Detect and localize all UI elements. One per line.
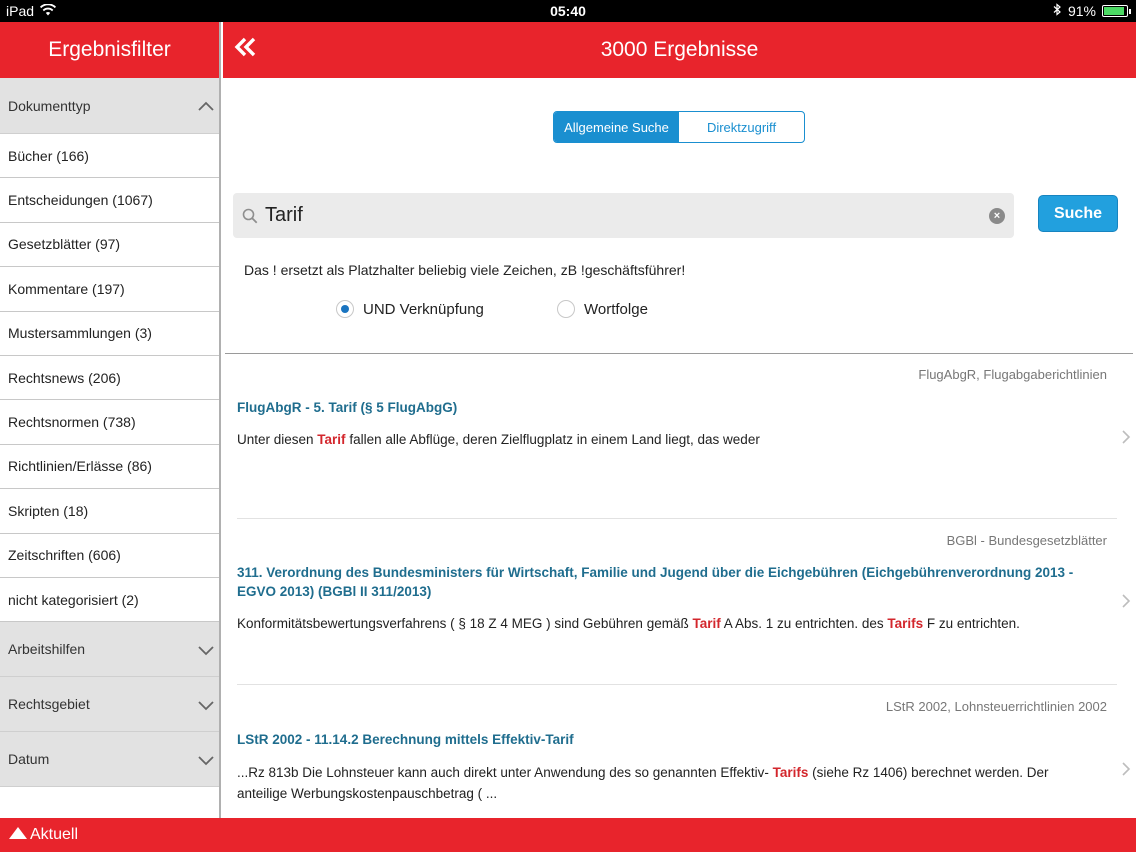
clear-icon[interactable]: ×	[989, 207, 1005, 224]
chevron-right-icon[interactable]	[1121, 429, 1131, 445]
sidebar: Ergebnisfilter Dokumenttyp Bücher (166) …	[0, 22, 221, 818]
filter-item-label: Skripten (18)	[8, 502, 89, 519]
filter-item-kommentare[interactable]: Kommentare (197)	[0, 267, 219, 312]
tab-allgemeine-suche[interactable]: Allgemeine Suche	[554, 112, 679, 142]
filter-item-label: Kommentare (197)	[8, 280, 125, 297]
filter-item-nicht-kategorisiert[interactable]: nicht kategorisiert (2)	[0, 578, 219, 623]
snippet-text: Konformitätsbewertungsverfahrens ( § 18 …	[237, 616, 693, 631]
filter-item-label: Rechtsnormen (738)	[8, 414, 136, 431]
filter-item-gesetzblaetter[interactable]: Gesetzblätter (97)	[0, 223, 219, 268]
search-input[interactable]: Tarif	[265, 204, 989, 227]
snippet-text: ...Rz 813b Die Lohnsteuer kann auch dire…	[237, 765, 773, 780]
snippet-text: Unter diesen	[237, 432, 318, 447]
section-rechtsgebiet[interactable]: Rechtsgebiet	[0, 677, 219, 733]
tab-direktzugriff[interactable]: Direktzugriff	[679, 112, 804, 142]
battery-percent: 91%	[1067, 3, 1096, 19]
result-source: FlugAbgR, Flugabgaberichtlinien	[918, 367, 1107, 382]
filter-item-skripten[interactable]: Skripten (18)	[0, 489, 219, 534]
result-snippet: Konformitätsbewertungsverfahrens ( § 18 …	[237, 613, 1097, 634]
section-label: Rechtsgebiet	[8, 696, 90, 713]
result-title[interactable]: FlugAbgR - 5. Tarif (§ 5 FlugAbgG)	[237, 398, 1097, 417]
highlighted-term: Tarif	[317, 432, 346, 447]
result-source: BGBl - Bundesgesetzblätter	[946, 533, 1107, 548]
result-snippet: ...Rz 813b Die Lohnsteuer kann auch dire…	[237, 762, 1097, 804]
result-title[interactable]: 311. Verordnung des Bundesministers für …	[237, 563, 1097, 601]
sidebar-title: Ergebnisfilter	[0, 22, 219, 78]
search-mode-tabs: Allgemeine Suche Direktzugriff	[553, 111, 805, 143]
chevron-down-icon	[197, 751, 214, 767]
filter-item-rechtsnews[interactable]: Rechtsnews (206)	[0, 356, 219, 401]
filter-item-entscheidungen[interactable]: Entscheidungen (1067)	[0, 178, 219, 223]
filter-item-label: Rechtsnews (206)	[8, 369, 121, 386]
double-chevron-left-icon[interactable]	[233, 34, 259, 65]
section-dokumenttyp[interactable]: Dokumenttyp	[0, 78, 219, 134]
divider	[225, 353, 1133, 354]
option-wortfolge[interactable]: Wortfolge	[557, 300, 648, 318]
filter-item-buecher[interactable]: Bücher (166)	[0, 134, 219, 179]
bottom-bar[interactable]: Aktuell	[0, 818, 1136, 852]
search-hint: Das ! ersetzt als Platzhalter beliebig v…	[244, 262, 686, 278]
status-right: 91%	[1053, 3, 1131, 19]
highlighted-term: Tarifs	[887, 616, 924, 631]
filter-item-label: nicht kategorisiert (2)	[8, 591, 139, 608]
triangle-up-icon	[8, 826, 28, 845]
snippet-text: F zu entrichten.	[923, 616, 1020, 631]
result-separator	[237, 684, 1117, 685]
search-field[interactable]: Tarif ×	[233, 193, 1014, 238]
filter-item-richtlinien[interactable]: Richtlinien/Erlässe (86)	[0, 445, 219, 490]
snippet-text: A Abs. 1 zu entrichten. des	[720, 616, 888, 631]
filter-item-rechtsnormen[interactable]: Rechtsnormen (738)	[0, 400, 219, 445]
main-header: 3000 Ergebnisse	[223, 22, 1136, 78]
filter-item-label: Bücher (166)	[8, 147, 89, 164]
results-count-title: 3000 Ergebnisse	[600, 38, 759, 61]
option-und-verknuepfung[interactable]: UND Verknüpfung	[336, 300, 484, 318]
result-title[interactable]: LStR 2002 - 11.14.2 Berechnung mittels E…	[237, 730, 1097, 749]
result-separator	[237, 518, 1117, 519]
radio-button-selected[interactable]	[336, 300, 354, 318]
filter-item-label: Gesetzblätter (97)	[8, 236, 121, 253]
highlighted-term: Tarif	[692, 616, 721, 631]
chevron-right-icon[interactable]	[1121, 761, 1131, 777]
filter-item-label: Richtlinien/Erlässe (86)	[8, 458, 152, 475]
filter-item-mustersammlungen[interactable]: Mustersammlungen (3)	[0, 312, 219, 356]
result-source: LStR 2002, Lohnsteuerrichtlinien 2002	[885, 699, 1107, 714]
section-datum[interactable]: Datum	[0, 732, 219, 788]
section-label: Datum	[8, 751, 50, 768]
search-icon	[241, 207, 259, 225]
option-label: Wortfolge	[584, 300, 648, 318]
bluetooth-icon	[1053, 3, 1062, 19]
filter-item-label: Zeitschriften (606)	[8, 547, 121, 564]
highlighted-term: Tarifs	[772, 765, 809, 780]
battery-icon	[1102, 5, 1131, 17]
section-label: Dokumenttyp	[8, 97, 91, 114]
main-panel: 3000 Ergebnisse Allgemeine Suche Direktz…	[223, 22, 1136, 818]
option-label: UND Verknüpfung	[363, 300, 484, 318]
search-button[interactable]: Suche	[1038, 195, 1118, 232]
result-snippet: Unter diesen Tarif fallen alle Abflüge, …	[237, 429, 1097, 450]
status-time: 05:40	[550, 3, 586, 19]
chevron-down-icon	[197, 696, 214, 712]
aktuell-label: Aktuell	[30, 826, 79, 843]
snippet-text: fallen alle Abflüge, deren Zielflugplatz…	[345, 432, 760, 447]
chevron-right-icon[interactable]	[1121, 593, 1131, 609]
section-arbeitshilfen[interactable]: Arbeitshilfen	[0, 622, 219, 678]
filter-item-zeitschriften[interactable]: Zeitschriften (606)	[0, 534, 219, 578]
filter-item-label: Entscheidungen (1067)	[8, 192, 153, 209]
radio-button[interactable]	[557, 300, 575, 318]
chevron-down-icon	[197, 641, 214, 657]
filter-item-label: Mustersammlungen (3)	[8, 325, 152, 342]
status-bar: iPad 05:40 91%	[0, 0, 1136, 22]
battery-fill	[1104, 7, 1125, 15]
section-label: Arbeitshilfen	[8, 641, 86, 658]
chevron-up-icon	[197, 98, 214, 114]
